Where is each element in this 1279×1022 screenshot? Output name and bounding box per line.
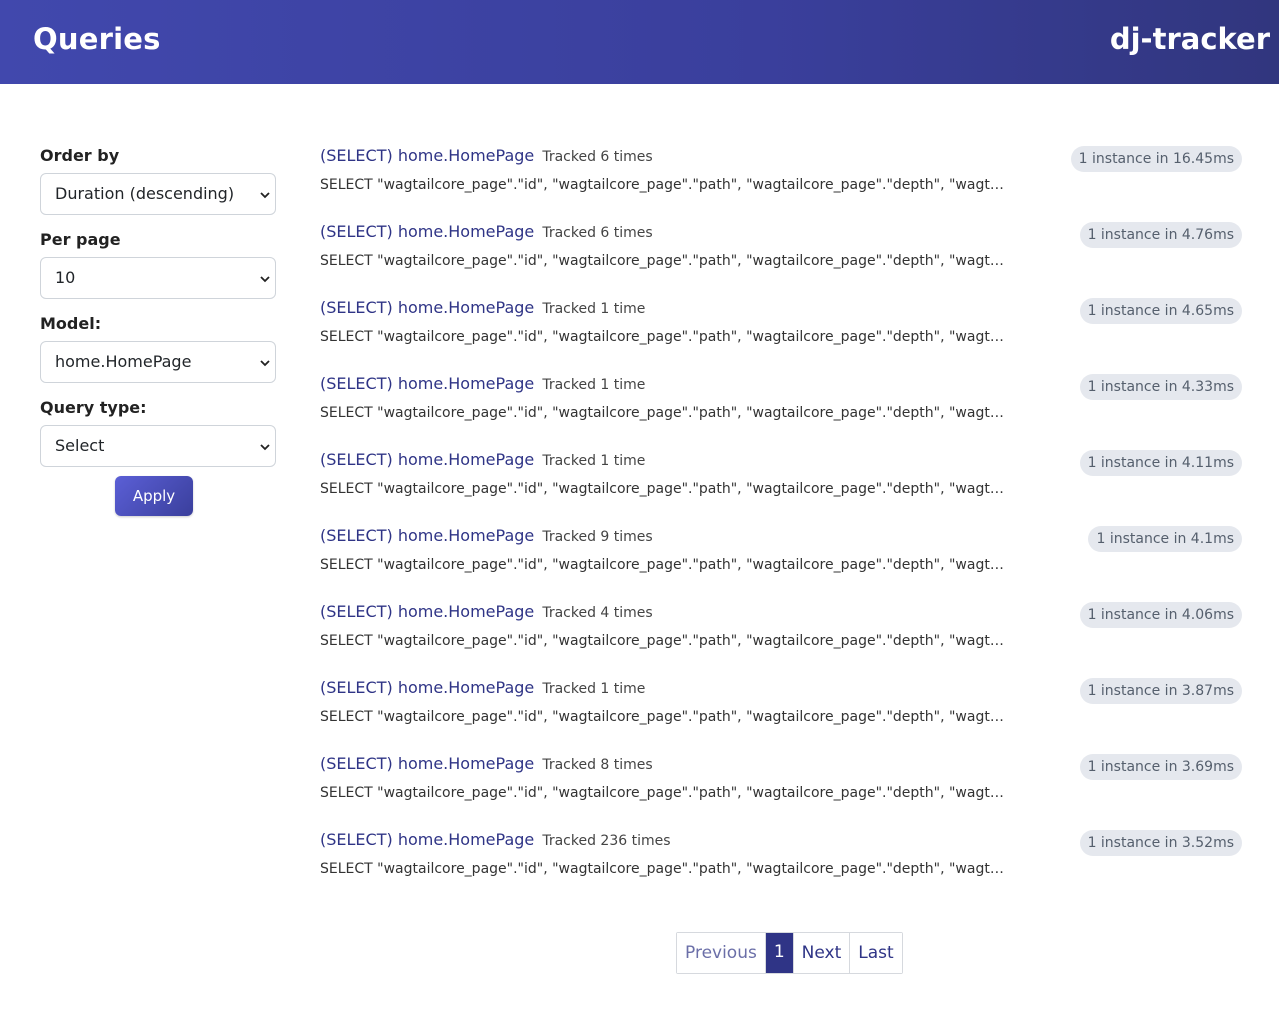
tracked-count: Tracked 1 time [542, 301, 646, 317]
per-page-select[interactable]: 10 [40, 257, 276, 299]
query-model-link[interactable]: home.HomePage [398, 298, 534, 317]
instance-badge: 1 instance in 16.45ms [1070, 146, 1242, 172]
query-item: (SELECT) home.HomePage Tracked 6 times S… [320, 220, 1242, 296]
query-type-link[interactable]: (SELECT) [320, 754, 393, 773]
query-list: (SELECT) home.HomePage Tracked 6 times S… [320, 144, 1242, 904]
query-item: (SELECT) home.HomePage Tracked 236 times… [320, 828, 1242, 904]
chevron-down-icon [260, 360, 270, 367]
current-page-button[interactable]: 1 [764, 933, 793, 973]
model-value: home.HomePage [55, 352, 192, 371]
chevron-down-icon [260, 276, 270, 283]
query-type-link[interactable]: (SELECT) [320, 526, 393, 545]
query-type-link[interactable]: (SELECT) [320, 830, 393, 849]
query-model-link[interactable]: home.HomePage [398, 146, 534, 165]
tracked-count: Tracked 6 times [542, 149, 653, 165]
query-item: (SELECT) home.HomePage Tracked 8 times S… [320, 752, 1242, 828]
query-type-link[interactable]: (SELECT) [320, 374, 393, 393]
query-type-link[interactable]: (SELECT) [320, 602, 393, 621]
chevron-down-icon [260, 192, 270, 199]
instance-badge: 1 instance in 3.52ms [1079, 830, 1242, 856]
top-bar: Queries dj-tracker [0, 0, 1279, 84]
query-item: (SELECT) home.HomePage Tracked 6 times S… [320, 144, 1242, 220]
tracked-count: Tracked 9 times [542, 529, 653, 545]
page-title: Queries [33, 22, 161, 56]
tracked-count: Tracked 6 times [542, 225, 653, 241]
previous-page-button[interactable]: Previous [677, 933, 765, 973]
query-type-select[interactable]: Select [40, 425, 276, 467]
query-sql: SELECT "wagtailcore_page"."id", "wagtail… [320, 405, 1010, 421]
query-type-value: Select [55, 436, 105, 455]
query-sql: SELECT "wagtailcore_page"."id", "wagtail… [320, 633, 1010, 649]
query-item: (SELECT) home.HomePage Tracked 1 time SE… [320, 296, 1242, 372]
instance-badge: 1 instance in 4.11ms [1079, 450, 1242, 476]
order-by-select[interactable]: Duration (descending) [40, 173, 276, 215]
instance-badge: 1 instance in 4.76ms [1079, 222, 1242, 248]
tracked-count: Tracked 4 times [542, 605, 653, 621]
pagination: Previous 1 Next Last [676, 932, 903, 974]
last-page-button[interactable]: Last [849, 933, 902, 973]
query-type-link[interactable]: (SELECT) [320, 222, 393, 241]
query-model-link[interactable]: home.HomePage [398, 830, 534, 849]
instance-badge: 1 instance in 3.69ms [1079, 754, 1242, 780]
next-page-button[interactable]: Next [792, 933, 850, 973]
chevron-down-icon [260, 444, 270, 451]
order-by-label: Order by [40, 146, 120, 165]
query-sql: SELECT "wagtailcore_page"."id", "wagtail… [320, 481, 1010, 497]
query-model-link[interactable]: home.HomePage [398, 678, 534, 697]
query-sql: SELECT "wagtailcore_page"."id", "wagtail… [320, 861, 1010, 877]
tracked-count: Tracked 236 times [542, 833, 671, 849]
tracked-count: Tracked 1 time [542, 681, 646, 697]
instance-badge: 1 instance in 3.87ms [1079, 678, 1242, 704]
model-select[interactable]: home.HomePage [40, 341, 276, 383]
query-model-link[interactable]: home.HomePage [398, 374, 534, 393]
instance-badge: 1 instance in 4.33ms [1079, 374, 1242, 400]
query-item: (SELECT) home.HomePage Tracked 4 times S… [320, 600, 1242, 676]
query-model-link[interactable]: home.HomePage [398, 450, 534, 469]
tracked-count: Tracked 1 time [542, 377, 646, 393]
brand-logo[interactable]: dj-tracker [1110, 22, 1270, 56]
query-sql: SELECT "wagtailcore_page"."id", "wagtail… [320, 329, 1010, 345]
query-item: (SELECT) home.HomePage Tracked 1 time SE… [320, 676, 1242, 752]
query-model-link[interactable]: home.HomePage [398, 602, 534, 621]
tracked-count: Tracked 8 times [542, 757, 653, 773]
query-type-link[interactable]: (SELECT) [320, 678, 393, 697]
per-page-value: 10 [55, 268, 76, 287]
instance-badge: 1 instance in 4.65ms [1079, 298, 1242, 324]
filter-sidebar: Order by Duration (descending) Per page … [40, 145, 276, 516]
query-item: (SELECT) home.HomePage Tracked 9 times S… [320, 524, 1242, 600]
query-model-link[interactable]: home.HomePage [398, 526, 534, 545]
tracked-count: Tracked 1 time [542, 453, 646, 469]
per-page-label: Per page [40, 230, 121, 249]
order-by-value: Duration (descending) [55, 184, 235, 203]
query-type-link[interactable]: (SELECT) [320, 146, 393, 165]
query-sql: SELECT "wagtailcore_page"."id", "wagtail… [320, 557, 1010, 573]
query-sql: SELECT "wagtailcore_page"."id", "wagtail… [320, 253, 1010, 269]
query-model-link[interactable]: home.HomePage [398, 754, 534, 773]
query-model-link[interactable]: home.HomePage [398, 222, 534, 241]
instance-badge: 1 instance in 4.06ms [1079, 602, 1242, 628]
apply-button[interactable]: Apply [115, 476, 193, 516]
query-sql: SELECT "wagtailcore_page"."id", "wagtail… [320, 709, 1010, 725]
query-sql: SELECT "wagtailcore_page"."id", "wagtail… [320, 177, 1010, 193]
model-label: Model: [40, 314, 102, 333]
instance-badge: 1 instance in 4.1ms [1088, 526, 1242, 552]
query-item: (SELECT) home.HomePage Tracked 1 time SE… [320, 372, 1242, 448]
query-item: (SELECT) home.HomePage Tracked 1 time SE… [320, 448, 1242, 524]
query-sql: SELECT "wagtailcore_page"."id", "wagtail… [320, 785, 1010, 801]
query-type-link[interactable]: (SELECT) [320, 450, 393, 469]
query-type-label: Query type: [40, 398, 147, 417]
query-type-link[interactable]: (SELECT) [320, 298, 393, 317]
